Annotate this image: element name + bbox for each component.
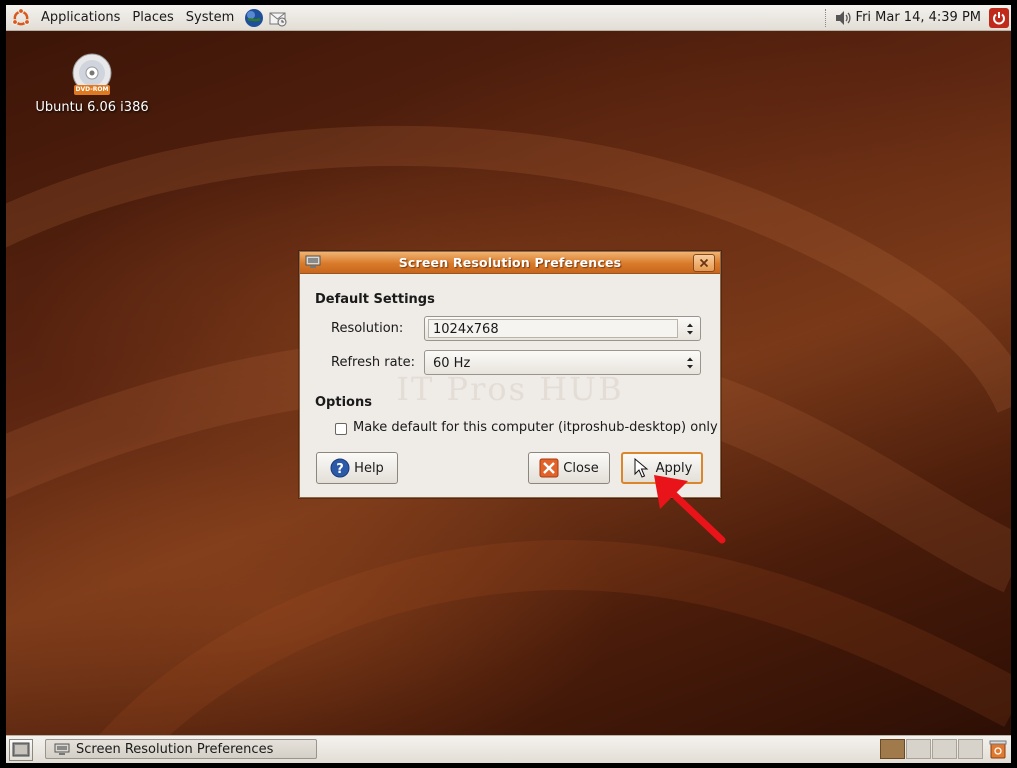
- show-desktop-button[interactable]: [9, 739, 33, 761]
- up-down-arrow-icon: [687, 357, 693, 369]
- power-button[interactable]: [989, 7, 1009, 28]
- clock[interactable]: Fri Mar 14, 4:39 PM: [856, 10, 981, 25]
- resolution-value: 1024x768: [428, 319, 678, 338]
- power-icon: [993, 11, 1005, 24]
- refresh-rate-value: 60 Hz: [433, 356, 471, 371]
- annotation-arrow-icon: [654, 475, 726, 544]
- close-icon: [699, 258, 709, 268]
- resolution-label: Resolution:: [331, 321, 404, 336]
- taskbar-item[interactable]: Screen Resolution Preferences: [45, 739, 317, 759]
- workspace-3[interactable]: [932, 739, 957, 759]
- workspace-switcher[interactable]: [880, 739, 984, 759]
- dialog-close-button[interactable]: [693, 254, 715, 272]
- refresh-rate-select[interactable]: 60 Hz: [424, 350, 701, 375]
- monitor-icon: [54, 743, 70, 755]
- workspace-1[interactable]: [880, 739, 905, 759]
- places-menu[interactable]: Places: [132, 10, 173, 25]
- workspace-4[interactable]: [958, 739, 983, 759]
- volume-icon[interactable]: [834, 10, 852, 26]
- default-settings-heading: Default Settings: [315, 292, 435, 307]
- help-label: Help: [354, 460, 384, 476]
- show-desktop-icon: [12, 742, 30, 757]
- help-button[interactable]: ? Help: [316, 452, 398, 484]
- up-down-arrow-icon: [687, 323, 693, 335]
- dialog-titlebar[interactable]: Screen Resolution Preferences: [300, 252, 720, 274]
- watermark: IT Pros HUB: [396, 370, 624, 408]
- close-x-icon: [539, 458, 559, 478]
- resolution-select[interactable]: 1024x768: [424, 316, 701, 341]
- workspace-2[interactable]: [906, 739, 931, 759]
- trash-icon[interactable]: [989, 739, 1007, 759]
- applications-menu[interactable]: Applications: [41, 10, 120, 25]
- close-button[interactable]: Close: [528, 452, 610, 484]
- make-default-checkbox[interactable]: [335, 423, 347, 435]
- desktop[interactable]: Applications Places System Fri Mar 14, 4…: [6, 5, 1011, 763]
- desktop-icon-dvd[interactable]: DVD-ROM Ubuntu 6.06 i386: [34, 53, 150, 115]
- refresh-rate-label: Refresh rate:: [331, 355, 416, 370]
- top-panel: Applications Places System Fri Mar 14, 4…: [6, 5, 1011, 31]
- desktop-icon-label: Ubuntu 6.06 i386: [35, 100, 149, 115]
- dvd-badge: DVD-ROM: [74, 85, 110, 95]
- email-client-icon[interactable]: [268, 8, 288, 28]
- web-browser-icon[interactable]: [244, 8, 264, 28]
- close-label: Close: [563, 460, 599, 476]
- help-icon: ?: [330, 458, 350, 478]
- system-menu[interactable]: System: [186, 10, 234, 25]
- svg-text:?: ?: [336, 462, 344, 477]
- dialog-title: Screen Resolution Preferences: [398, 255, 622, 270]
- panel-separator: [824, 8, 828, 27]
- ubuntu-logo-icon[interactable]: [11, 7, 31, 28]
- make-default-label[interactable]: Make default for this computer (itproshu…: [353, 420, 718, 435]
- screen-resolution-dialog: Screen Resolution Preferences IT Pros HU…: [299, 251, 721, 498]
- options-heading: Options: [315, 395, 372, 410]
- bottom-panel: Screen Resolution Preferences: [6, 735, 1011, 763]
- taskbar-item-label: Screen Resolution Preferences: [76, 741, 274, 757]
